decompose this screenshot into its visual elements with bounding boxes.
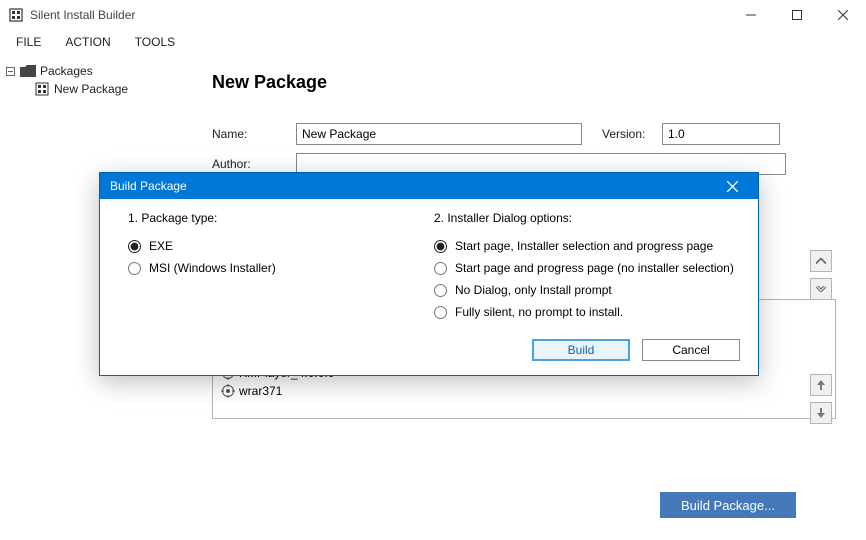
radio-msi-input[interactable] xyxy=(128,262,141,275)
app-icon xyxy=(8,7,24,23)
tree-item[interactable]: New Package xyxy=(6,80,186,98)
dialog-body: 1. Package type: EXE MSI (Windows Instal… xyxy=(100,199,758,339)
app-title: Silent Install Builder xyxy=(30,8,135,22)
collapse-icon[interactable] xyxy=(6,67,16,76)
radio-opt4-label: Fully silent, no prompt to install. xyxy=(455,305,623,319)
version-label: Version: xyxy=(602,127,662,141)
form-row-name: Name: Version: xyxy=(212,123,836,145)
titlebar: Silent Install Builder xyxy=(0,0,866,30)
package-type-group: 1. Package type: EXE MSI (Windows Instal… xyxy=(128,211,434,323)
dialog-options-group: 2. Installer Dialog options: Start page,… xyxy=(434,211,740,323)
version-input[interactable] xyxy=(662,123,780,145)
cancel-button[interactable]: Cancel xyxy=(642,339,740,361)
build-package-dialog: Build Package 1. Package type: EXE MSI (… xyxy=(99,172,759,376)
dialog-options-heading: 2. Installer Dialog options: xyxy=(434,211,740,225)
expand-down-button[interactable] xyxy=(810,278,832,300)
radio-opt2[interactable]: Start page and progress page (no install… xyxy=(434,257,740,279)
radio-exe-label: EXE xyxy=(149,239,173,253)
radio-opt2-label: Start page and progress page (no install… xyxy=(455,261,734,275)
installer-item-label: wrar371 xyxy=(239,384,282,398)
dialog-title: Build Package xyxy=(110,179,187,193)
menubar: FILE ACTION TOOLS xyxy=(0,30,866,54)
radio-exe[interactable]: EXE xyxy=(128,235,434,257)
tree-item-label: New Package xyxy=(54,82,128,96)
page-title: New Package xyxy=(212,72,836,93)
maximize-button[interactable] xyxy=(774,0,820,30)
dialog-footer: Build Cancel xyxy=(100,339,758,375)
package-icon xyxy=(34,82,50,96)
updown-buttons xyxy=(810,374,832,424)
installer-item[interactable]: wrar371 xyxy=(213,382,835,400)
package-type-heading: 1. Package type: xyxy=(128,211,434,225)
radio-msi[interactable]: MSI (Windows Installer) xyxy=(128,257,434,279)
dialog-close-button[interactable] xyxy=(712,173,752,199)
gear-icon xyxy=(221,384,235,398)
radio-opt2-input[interactable] xyxy=(434,262,447,275)
radio-opt3-label: No Dialog, only Install prompt xyxy=(455,283,612,297)
close-button[interactable] xyxy=(820,0,866,30)
radio-opt1-input[interactable] xyxy=(434,240,447,253)
radio-opt4-input[interactable] xyxy=(434,306,447,319)
radio-exe-input[interactable] xyxy=(128,240,141,253)
window-controls xyxy=(728,0,866,30)
tree-root-label: Packages xyxy=(40,64,93,78)
radio-opt4[interactable]: Fully silent, no prompt to install. xyxy=(434,301,740,323)
menu-tools[interactable]: TOOLS xyxy=(125,31,185,53)
move-up-button[interactable] xyxy=(810,374,832,396)
minimize-button[interactable] xyxy=(728,0,774,30)
expand-up-button[interactable] xyxy=(810,250,832,272)
name-label: Name: xyxy=(212,127,296,141)
name-input[interactable] xyxy=(296,123,582,145)
radio-opt3[interactable]: No Dialog, only Install prompt xyxy=(434,279,740,301)
radio-opt1[interactable]: Start page, Installer selection and prog… xyxy=(434,235,740,257)
radio-opt3-input[interactable] xyxy=(434,284,447,297)
side-buttons xyxy=(810,250,832,300)
menu-action[interactable]: ACTION xyxy=(55,31,120,53)
move-down-button[interactable] xyxy=(810,402,832,424)
build-package-button[interactable]: Build Package... xyxy=(660,492,796,518)
folder-icon xyxy=(20,64,36,78)
dialog-titlebar[interactable]: Build Package xyxy=(100,173,758,199)
author-label: Author: xyxy=(212,157,296,171)
radio-opt1-label: Start page, Installer selection and prog… xyxy=(455,239,713,253)
radio-msi-label: MSI (Windows Installer) xyxy=(149,261,276,275)
menu-file[interactable]: FILE xyxy=(6,31,51,53)
tree-root[interactable]: Packages xyxy=(6,62,186,80)
build-button[interactable]: Build xyxy=(532,339,630,361)
